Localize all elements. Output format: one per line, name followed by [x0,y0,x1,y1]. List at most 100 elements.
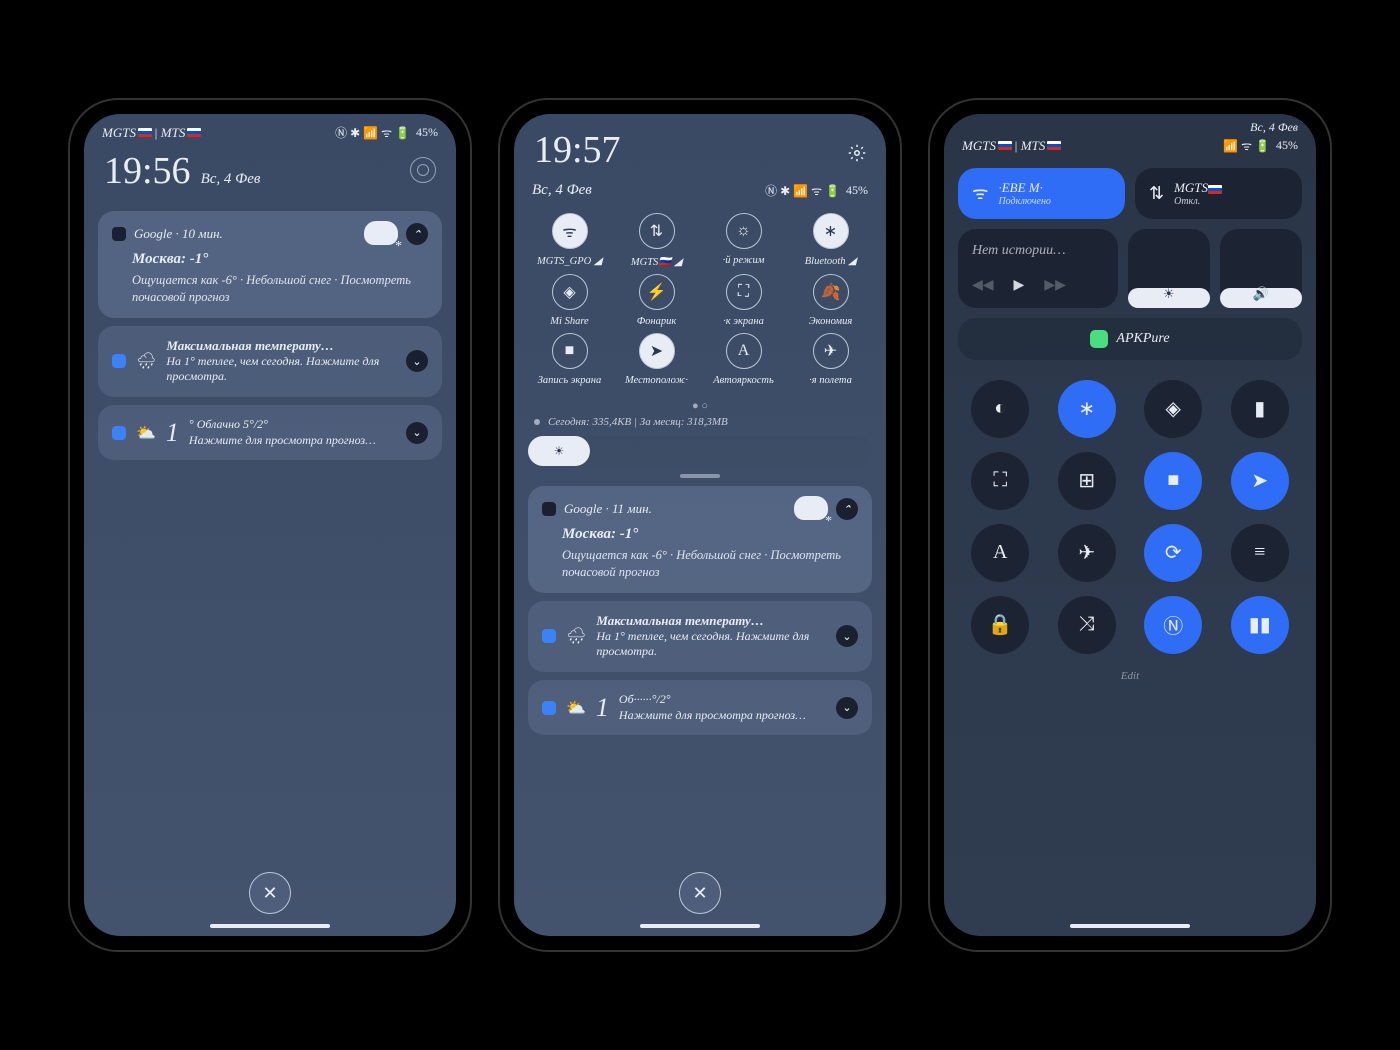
sun-icon: ☀ [1163,286,1175,302]
data-usage[interactable]: Сегодня: 335,4КВ | За месяц: 318,3МВ [534,416,866,428]
qs-toggle[interactable]: ✈·я полета [789,333,872,386]
cc-toggle[interactable]: ≡ [1231,524,1289,582]
qs-toggle[interactable]: ᯤMGTS_GPO ◢ [528,213,611,268]
cc-toggle[interactable]: 🔒 [971,596,1029,654]
quick-settings-panel: 19:57 Вс, 4 Фев Ⓝ ✱ 📶 ᯤ 🔋45% ᯤMGTS_GPO ◢… [514,114,886,936]
toggle-label: ·я полета [809,375,852,386]
qs-toggle[interactable]: ☼·й режим [702,213,785,268]
cc-toggle[interactable]: ∗ [1058,380,1116,438]
app-icon [542,701,556,715]
weather-card-google[interactable]: Google · 10 мин.⌃ Москва: -1° Ощущается … [98,211,442,318]
cc-toggle[interactable]: ➤ [1231,452,1289,510]
brightness-slider[interactable]: ☀ [528,436,872,466]
cloud-snow-icon [794,496,828,520]
next-icon[interactable]: ▶▶ [1044,277,1066,294]
toggle-label: ·к экрана [723,316,764,327]
toggle-icon: ⚡ [639,274,675,310]
qs-toggle[interactable]: 🍂 Экономия [789,274,872,327]
qs-toggle[interactable]: ∗Bluetooth ◢ [789,213,872,268]
toggle-icon: ⇅ [639,213,675,249]
expand-icon[interactable]: ⌄ [836,697,858,719]
cc-toggle[interactable]: ◈ [1144,380,1202,438]
toggle-icon: ➤ [639,333,675,369]
temp-value: 1 [596,693,609,723]
cc-toggle[interactable]: Ⓝ [1144,596,1202,654]
qs-toggle[interactable]: ■Запись экрана [528,333,611,386]
apkpure-tile[interactable]: APKPure [958,318,1302,360]
clock: 19:56 [104,149,191,193]
qs-toggle[interactable]: AАвтояркость [702,333,785,386]
home-indicator[interactable] [1070,924,1190,928]
drag-handle[interactable] [680,474,720,478]
toggle-label: Фонарик [637,316,677,327]
toggle-label: Автояркость [713,375,774,386]
control-center: Вс, 4 Фев MGTS | MTS 📶 ᯤ 🔋45% ᯤ·EBE M·По… [944,114,1316,936]
notification-shade: MGTS | MTS Ⓝ ✱ 📶 ᯤ 🔋45% 19:56 Вс, 4 Фев … [84,114,456,936]
card-body: Ощущается как -6° · Небольшой снег · Пос… [562,547,858,581]
rain-icon: 🌧 [566,626,586,646]
qs-toggle[interactable]: ⛶·к экрана [702,274,785,327]
forecast-card[interactable]: ⛅ 1 ° Облачно 5°/2° Нажмите для просмотр… [98,405,442,460]
forecast-card[interactable]: ⛅ 1 Об······°/2° Нажмите для просмотра п… [528,680,872,735]
play-icon[interactable]: ▶ [1014,277,1025,294]
card-body: На 1° теплее, чем сегодня. Нажмите для п… [166,354,396,385]
app-label: Google · 11 мин. [564,501,652,517]
data-tile[interactable]: ⇅MGTSОткл. [1135,168,1302,219]
clear-all-button[interactable]: ✕ [679,872,721,914]
expand-icon[interactable]: ⌄ [836,625,858,647]
app-icon [542,629,556,643]
carrier-label: MGTS | MTS [962,138,1061,154]
home-indicator[interactable] [640,924,760,928]
cc-toggle[interactable]: ▮ [1231,380,1289,438]
qs-toggle[interactable]: ➤Местополож· [615,333,698,386]
card-title: Москва: -1° [132,251,428,268]
home-indicator[interactable] [210,924,330,928]
status-icons: Ⓝ ✱ 📶 ᯤ 🔋45% [765,182,868,199]
edit-button[interactable]: Edit [944,670,1316,682]
qs-toggle[interactable]: ⇅ MGTS🇷🇺 ◢ [615,213,698,268]
card-body: Нажмите для просмотра прогноз… [189,433,396,449]
cc-toggle[interactable]: ⟳ [1144,524,1202,582]
date: Вс, 4 Фев [1250,120,1298,135]
cc-toggle[interactable]: ▮▮ [1231,596,1289,654]
app-icon [112,354,126,368]
cc-toggle[interactable]: ⤨ [1058,596,1116,654]
toggle-label: MGTS🇷🇺 ◢ [631,255,682,268]
clock: 19:57 [534,128,621,172]
toggle-icon: ◈ [552,274,588,310]
cc-toggle[interactable]: ■ [1144,452,1202,510]
cc-toggle[interactable]: ⊞ [1058,452,1116,510]
cc-toggle[interactable]: ◐ [971,380,1029,438]
cc-toggle[interactable]: ✈ [1058,524,1116,582]
settings-icon[interactable] [410,157,436,183]
toggle-icon: ☼ [726,213,762,249]
wifi-tile[interactable]: ᯤ·EBE M·Подключено [958,168,1125,219]
qs-toggle[interactable]: ⚡ Фонарик [615,274,698,327]
brightness-slider[interactable]: ☀ [1128,229,1210,308]
clear-all-button[interactable]: ✕ [249,872,291,914]
toggle-label: Экономия [809,316,853,327]
temp-value: 1 [166,418,179,448]
toggle-icon: 🍂 [813,274,849,310]
card-title: Максимальная температу… [166,338,396,354]
cc-toggle[interactable]: A [971,524,1029,582]
temp-card[interactable]: 🌧 Максимальная температу… На 1° теплее, … [528,601,872,672]
toggle-label: MGTS_GPO ◢ [537,255,602,267]
gear-icon[interactable] [848,144,866,162]
qs-toggle[interactable]: ◈Mi Share [528,274,611,327]
cc-toggle[interactable]: ⛶ [971,452,1029,510]
collapse-icon[interactable]: ⌃ [836,498,858,520]
toggle-grid: ◐ ∗ ◈ ▮ ⛶ ⊞ ■ ➤ A ✈ ⟳ ≡ 🔒 ⤨ Ⓝ ▮▮ [944,370,1316,664]
status-icons: Ⓝ ✱ 📶 ᯤ 🔋45% [335,124,438,141]
prev-icon[interactable]: ◀◀ [972,277,994,294]
weather-card-google[interactable]: Google · 11 мин.⌃ Москва: -1° Ощущается … [528,486,872,593]
expand-icon[interactable]: ⌄ [406,422,428,444]
volume-slider[interactable]: 🔊 [1220,229,1302,308]
app-icon [112,426,126,440]
expand-icon[interactable]: ⌄ [406,350,428,372]
temp-card[interactable]: 🌧 Максимальная температу… На 1° теплее, … [98,326,442,397]
card-title: Максимальная температу… [596,613,826,629]
cloud-snow-icon [364,221,398,245]
media-card[interactable]: Нет истории… ◀◀▶▶▶ [958,229,1118,308]
collapse-icon[interactable]: ⌃ [406,223,428,245]
